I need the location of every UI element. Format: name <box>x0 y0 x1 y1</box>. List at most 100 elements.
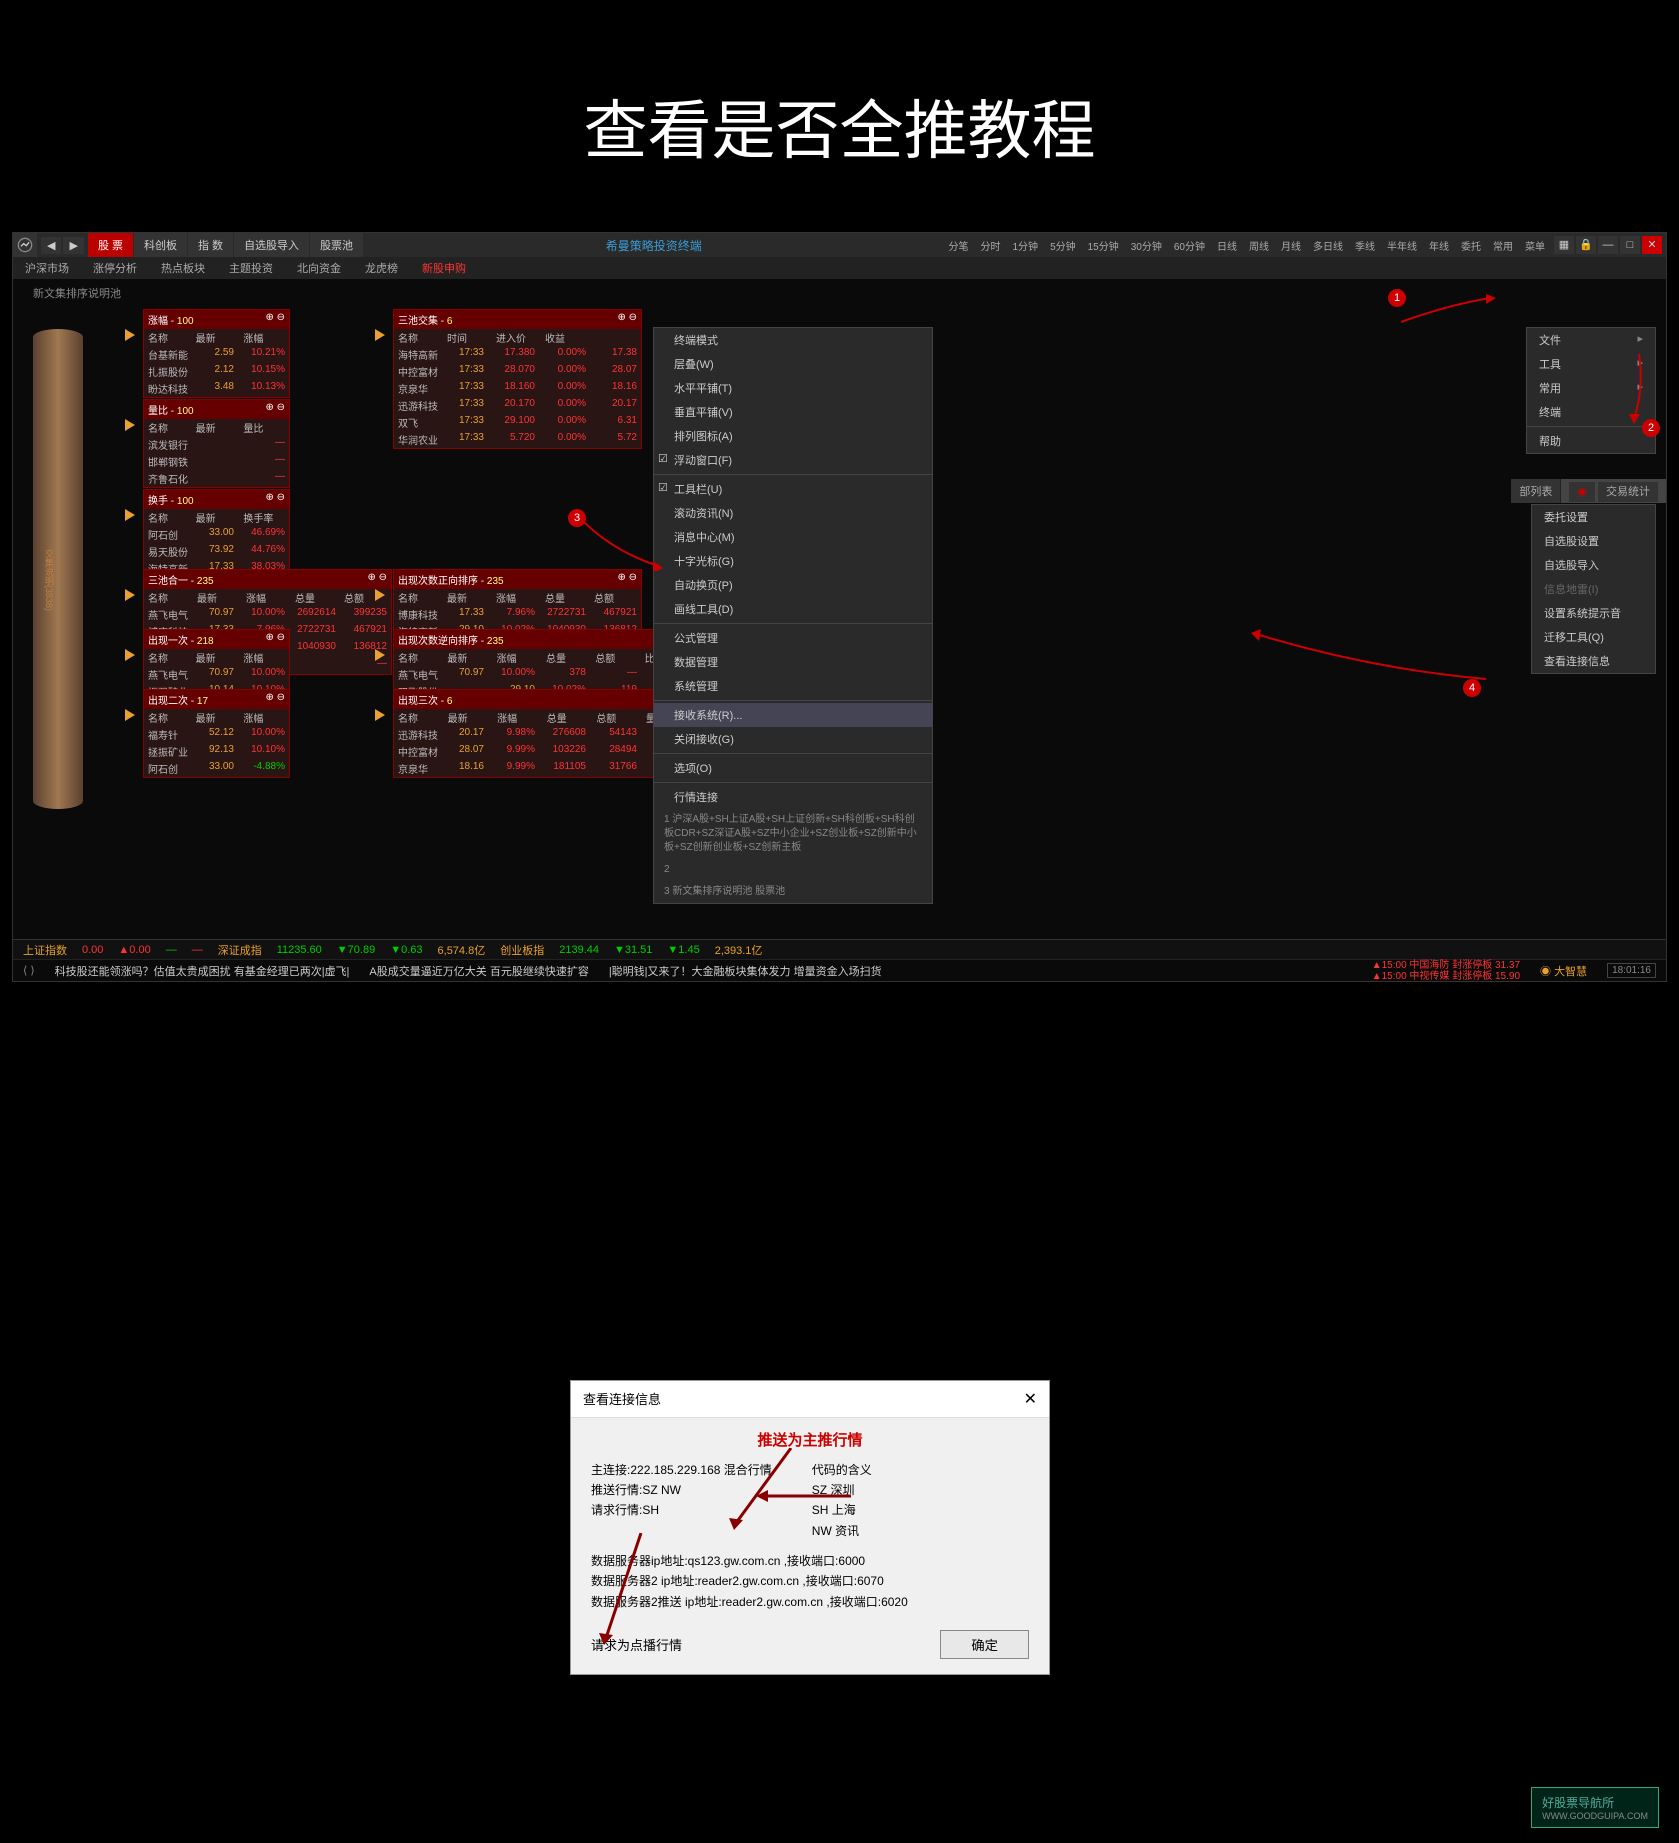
main-tab-4[interactable]: 股票池 <box>310 233 363 257</box>
clock: 18:01:16 <box>1607 963 1656 978</box>
menu-item[interactable]: 十字光标(G) <box>654 549 932 573</box>
server-info-3: 数据服务器2推送 ip地址:reader2.gw.com.cn ,接收端口:60… <box>591 1592 1029 1612</box>
menu-item[interactable]: 接收系统(R)... <box>654 703 932 727</box>
status-value: — <box>192 944 203 956</box>
status-value: 2139.44 <box>559 944 599 956</box>
menu-item[interactable]: 画线工具(D) <box>654 597 932 621</box>
right-menu-item[interactable]: 文件▸ <box>1527 328 1655 352</box>
menu-item[interactable]: 行情连接 <box>654 785 932 809</box>
subnav-3[interactable]: 主题投资 <box>217 257 285 279</box>
right-tabs: 部列表 ◉ 交易统计 <box>1511 479 1666 503</box>
main-tab-2[interactable]: 指 数 <box>188 233 233 257</box>
maximize-icon[interactable]: □ <box>1620 236 1640 254</box>
time-link-9[interactable]: 月线 <box>1276 236 1306 255</box>
main-tab-1[interactable]: 科创板 <box>134 233 187 257</box>
grid-icon[interactable]: ▦ <box>1554 236 1574 254</box>
right-menu-item[interactable]: 帮助 <box>1527 429 1655 453</box>
status-value: 0.00 <box>82 944 103 956</box>
subnav-new-stock[interactable]: 新股申购 <box>410 257 478 279</box>
time-link-7[interactable]: 日线 <box>1212 236 1242 255</box>
titlebar: ◀ ▶ 股 票科创板指 数自选股导入股票池 希曼策略投资终端 分笔分时1分钟5分… <box>13 233 1666 257</box>
brand-badge: ◉ 大智慧 <box>1540 963 1587 979</box>
subnav-2[interactable]: 热点板块 <box>149 257 217 279</box>
time-link-5[interactable]: 30分钟 <box>1126 236 1167 255</box>
time-link-2[interactable]: 1分钟 <box>1008 236 1044 255</box>
main-tab-0[interactable]: 股 票 <box>88 233 133 257</box>
ticker-bar: ⟨ ⟩ 科技股还能领涨吗？估值太贵成困扰 有基金经理已两次|虚飞| A股成交量逼… <box>13 959 1666 981</box>
site-watermark: 好股票导航所 WWW.GOODGUIPA.COM <box>1531 1787 1659 1828</box>
app-window: ◀ ▶ 股 票科创板指 数自选股导入股票池 希曼策略投资终端 分笔分时1分钟5分… <box>12 232 1667 982</box>
menu-item[interactable]: 终端模式 <box>654 328 932 352</box>
submenu-item[interactable]: 自选股设置 <box>1532 529 1655 553</box>
status-value: ▼70.89 <box>337 944 375 956</box>
subnav-4[interactable]: 北向资金 <box>285 257 353 279</box>
server-info-1: 数据服务器ip地址:qs123.gw.com.cn ,接收端口:6000 <box>591 1551 1029 1571</box>
main-tab-3[interactable]: 自选股导入 <box>234 233 309 257</box>
submenu-item[interactable]: 查看连接信息 <box>1532 649 1655 673</box>
tab-trade-stats[interactable]: ◉ 交易统计 <box>1561 479 1666 503</box>
menu-item[interactable]: 自动换页(P) <box>654 573 932 597</box>
menu-item[interactable]: 垂直平铺(V) <box>654 400 932 424</box>
nav-fwd-icon[interactable]: ▶ <box>63 237 83 254</box>
status-value: — <box>166 944 177 956</box>
time-link-16[interactable]: 菜单 <box>1520 236 1550 255</box>
time-link-1[interactable]: 分时 <box>976 236 1006 255</box>
common-submenu: 委托设置自选股设置自选股导入信息地雷(I)设置系统提示音迁移工具(Q)查看连接信… <box>1531 504 1656 674</box>
ticker-stocks: ▲15:00 中国海防 封涨停板 31.37▲15:00 中视传媒 封涨停板 1… <box>1372 960 1520 982</box>
time-link-15[interactable]: 常用 <box>1488 236 1518 255</box>
status-value: ▲0.00 <box>118 944 150 956</box>
time-link-6[interactable]: 60分钟 <box>1169 236 1210 255</box>
submenu-item[interactable]: 设置系统提示音 <box>1532 601 1655 625</box>
menu-item[interactable]: 选项(O) <box>654 756 932 780</box>
submenu-item[interactable]: 委托设置 <box>1532 505 1655 529</box>
lock-icon[interactable]: 🔒 <box>1576 236 1596 254</box>
connection-info-dialog: 查看连接信息 ✕ 推送为主推行情 主连接:222.185.229.168 混合行… <box>570 1380 1050 1675</box>
ok-button[interactable]: 确定 <box>940 1630 1029 1659</box>
menu-item[interactable]: 系统管理 <box>654 674 932 698</box>
menu-item[interactable]: 水平平铺(T) <box>654 376 932 400</box>
time-link-3[interactable]: 5分钟 <box>1045 236 1081 255</box>
tab-list[interactable]: 部列表 <box>1511 479 1560 503</box>
status-value: ▼0.63 <box>390 944 422 956</box>
time-link-13[interactable]: 年线 <box>1424 236 1454 255</box>
submenu-item[interactable]: 信息地雷(I) <box>1532 577 1655 601</box>
news-1: 科技股还能领涨吗？估值太贵成困扰 有基金经理已两次|虚飞| <box>55 963 350 979</box>
time-link-8[interactable]: 周线 <box>1244 236 1274 255</box>
data-node: 三池交集 - 6⊕ ⊖名称时间进入价收益海特高新17:3317.3800.00%… <box>393 309 642 449</box>
subnav-1[interactable]: 涨停分析 <box>81 257 149 279</box>
time-link-12[interactable]: 半年线 <box>1382 236 1422 255</box>
dialog-close-icon[interactable]: ✕ <box>1024 1389 1037 1409</box>
app-logo <box>13 233 37 257</box>
status-bar: 上证指数0.00▲0.00——深证成指11235.60▼70.89▼0.636,… <box>13 939 1666 959</box>
terminal-menu: 终端模式层叠(W)水平平铺(T)垂直平铺(V)排列图标(A)☑浮动窗口(F) ☑工… <box>653 327 933 904</box>
subnav-5[interactable]: 龙虎榜 <box>353 257 410 279</box>
nav-icon[interactable]: ⟨ ⟩ <box>23 964 35 977</box>
subnav: 沪深市场涨停分析热点板块主题投资北向资金龙虎榜新股申购 <box>13 257 1666 279</box>
menu-item[interactable]: 消息中心(M) <box>654 525 932 549</box>
menu-item[interactable]: ☑浮动窗口(F) <box>654 448 932 472</box>
menu-item[interactable]: ☑工具栏(U) <box>654 477 932 501</box>
submenu-item[interactable]: 自选股导入 <box>1532 553 1655 577</box>
subnav-0[interactable]: 沪深市场 <box>13 257 81 279</box>
menu-item[interactable]: 排列图标(A) <box>654 424 932 448</box>
close-icon[interactable]: ✕ <box>1642 236 1662 254</box>
menu-item[interactable]: 公式管理 <box>654 626 932 650</box>
menu-item[interactable]: 滚动资讯(N) <box>654 501 932 525</box>
menu-item[interactable]: 关闭接收(G) <box>654 727 932 751</box>
time-link-14[interactable]: 委托 <box>1456 236 1486 255</box>
submenu-item[interactable]: 迁移工具(Q) <box>1532 625 1655 649</box>
status-value: ▼1.45 <box>667 944 699 956</box>
time-link-11[interactable]: 季线 <box>1350 236 1380 255</box>
data-node: 出现二次 - 17⊕ ⊖名称最新涨幅福寿针52.1210.00%拯振矿业92.1… <box>143 689 290 778</box>
time-link-0[interactable]: 分笔 <box>944 236 974 255</box>
cylinder-label: 交集说明(3838) <box>43 549 56 611</box>
minimize-icon[interactable]: — <box>1598 236 1618 254</box>
menu-item[interactable]: 数据管理 <box>654 650 932 674</box>
nav-back-icon[interactable]: ◀ <box>41 237 61 254</box>
menu-item[interactable]: 层叠(W) <box>654 352 932 376</box>
marker-3: 3 <box>568 509 586 527</box>
status-value: ▼31.51 <box>614 944 652 956</box>
time-link-10[interactable]: 多日线 <box>1308 236 1348 255</box>
time-link-4[interactable]: 15分钟 <box>1083 236 1124 255</box>
status-value: 11235.60 <box>277 944 322 956</box>
